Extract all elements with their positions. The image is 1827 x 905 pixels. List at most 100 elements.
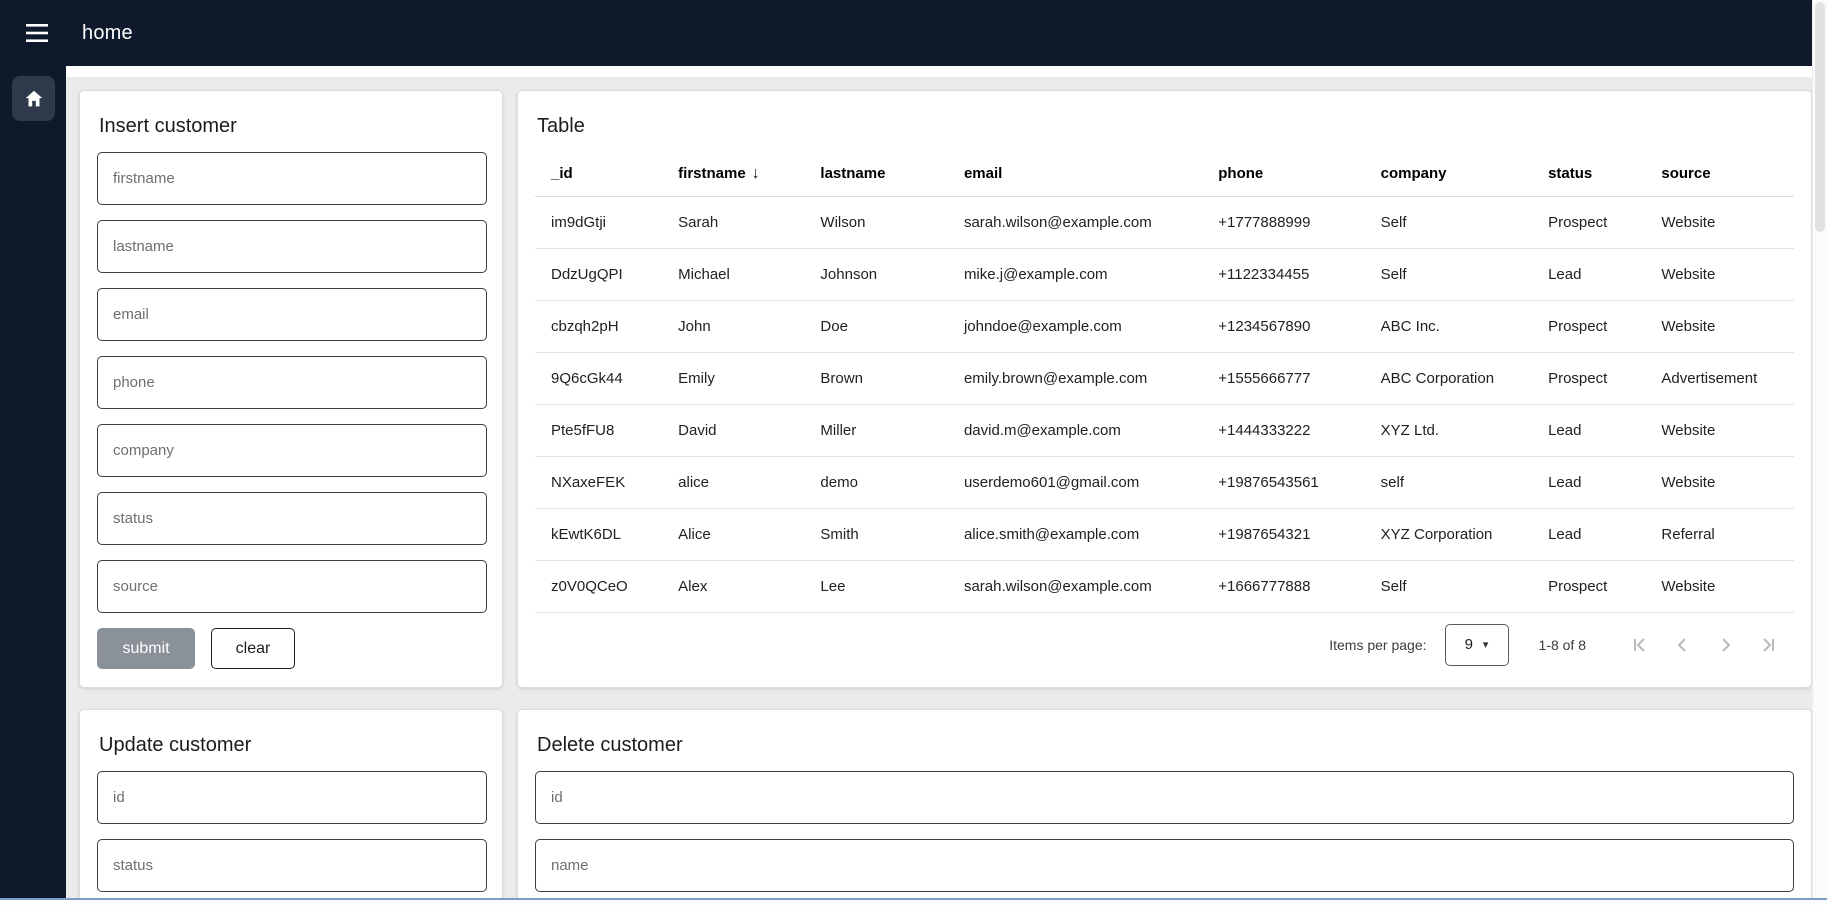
window-bottom-edge	[0, 898, 1827, 905]
table-row: z0V0QCeOAlexLeesarah.wilson@example.com+…	[535, 560, 1794, 612]
customers-table: _id firstname↓ lastname email phone comp…	[535, 152, 1794, 613]
table-cell: Website	[1645, 300, 1794, 352]
insert-status-input[interactable]	[97, 492, 487, 545]
table-cell: Self	[1365, 248, 1532, 300]
table-cell: NXaxeFEK	[535, 456, 662, 508]
column-header-firstname[interactable]: firstname↓	[662, 152, 804, 196]
table-cell: cbzqh2pH	[535, 300, 662, 352]
top-navbar: home	[0, 0, 1812, 66]
table-cell: XYZ Ltd.	[1365, 404, 1532, 456]
table-card: Table _id firstname↓ lastname email phon…	[517, 90, 1812, 688]
table-cell: Lead	[1532, 404, 1645, 456]
table-cell: DdzUgQPI	[535, 248, 662, 300]
content-background: Insert customer submit clear Table	[66, 77, 1812, 905]
table-cell: ABC Inc.	[1365, 300, 1532, 352]
last-page-button[interactable]	[1746, 624, 1788, 666]
table-cell: David	[662, 404, 804, 456]
table-cell: mike.j@example.com	[948, 248, 1202, 300]
insert-firstname-input[interactable]	[97, 152, 487, 205]
table-cell: +1666777888	[1202, 560, 1364, 612]
scrollbar-thumb[interactable]	[1815, 2, 1825, 232]
table-cell: Sarah	[662, 196, 804, 248]
delete-id-input[interactable]	[535, 771, 1794, 824]
column-header-status[interactable]: status	[1532, 152, 1645, 196]
first-page-button[interactable]	[1620, 624, 1662, 666]
column-header-lastname[interactable]: lastname	[804, 152, 948, 196]
insert-clear-button[interactable]: clear	[211, 628, 295, 669]
app-window: home Insert customer submit	[0, 0, 1827, 905]
table-row: NXaxeFEKalicedemouserdemo601@gmail.com+1…	[535, 456, 1794, 508]
table-row: im9dGtjiSarahWilsonsarah.wilson@example.…	[535, 196, 1794, 248]
insert-customer-card: Insert customer submit clear	[79, 90, 503, 688]
insert-source-input[interactable]	[97, 560, 487, 613]
table-cell: Website	[1645, 196, 1794, 248]
last-page-icon	[1755, 633, 1779, 657]
chevron-right-icon	[1713, 633, 1737, 657]
table-row: DdzUgQPIMichaelJohnsonmike.j@example.com…	[535, 248, 1794, 300]
table-body: im9dGtjiSarahWilsonsarah.wilson@example.…	[535, 196, 1794, 612]
table-cell: Doe	[804, 300, 948, 352]
update-status-input[interactable]	[97, 839, 487, 892]
next-page-button[interactable]	[1704, 624, 1746, 666]
table-cell: sarah.wilson@example.com	[948, 196, 1202, 248]
vertical-scrollbar[interactable]	[1812, 0, 1827, 905]
table-cell: demo	[804, 456, 948, 508]
table-cell: im9dGtji	[535, 196, 662, 248]
table-cell: +1234567890	[1202, 300, 1364, 352]
table-cell: userdemo601@gmail.com	[948, 456, 1202, 508]
table-cell: Brown	[804, 352, 948, 404]
table-cell: Michael	[662, 248, 804, 300]
table-cell: Website	[1645, 456, 1794, 508]
column-header-id[interactable]: _id	[535, 152, 662, 196]
insert-email-input[interactable]	[97, 288, 487, 341]
insert-lastname-input[interactable]	[97, 220, 487, 273]
delete-name-input[interactable]	[535, 839, 1794, 892]
table-cell: kEwtK6DL	[535, 508, 662, 560]
insert-phone-input[interactable]	[97, 356, 487, 409]
update-customer-title: Update customer	[99, 734, 485, 757]
page-size-value: 9	[1465, 636, 1473, 653]
table-row: Pte5fFU8DavidMillerdavid.m@example.com+1…	[535, 404, 1794, 456]
previous-page-button[interactable]	[1662, 624, 1704, 666]
table-cell: Miller	[804, 404, 948, 456]
page-size-select[interactable]: 9 ▾	[1445, 624, 1509, 666]
table-cell: self	[1365, 456, 1532, 508]
table-cell: alice	[662, 456, 804, 508]
table-cell: Wilson	[804, 196, 948, 248]
delete-customer-title: Delete customer	[537, 734, 1794, 757]
insert-submit-button[interactable]: submit	[97, 628, 195, 669]
table-cell: +1987654321	[1202, 508, 1364, 560]
table-cell: Website	[1645, 404, 1794, 456]
table-cell: Self	[1365, 196, 1532, 248]
table-cell: emily.brown@example.com	[948, 352, 1202, 404]
column-header-source[interactable]: source	[1645, 152, 1794, 196]
table-cell: Smith	[804, 508, 948, 560]
table-cell: +1444333222	[1202, 404, 1364, 456]
dropdown-caret-icon: ▾	[1483, 638, 1489, 651]
table-cell: +1122334455	[1202, 248, 1364, 300]
first-page-icon	[1629, 633, 1653, 657]
column-header-email[interactable]: email	[948, 152, 1202, 196]
table-row: 9Q6cGk44EmilyBrownemily.brown@example.co…	[535, 352, 1794, 404]
column-header-company[interactable]: company	[1365, 152, 1532, 196]
menu-button[interactable]	[14, 10, 60, 56]
column-header-phone[interactable]: phone	[1202, 152, 1364, 196]
table-cell: Prospect	[1532, 352, 1645, 404]
table-cell: Lead	[1532, 456, 1645, 508]
page-title: home	[82, 22, 133, 45]
table-cell: Website	[1645, 248, 1794, 300]
table-cell: z0V0QCeO	[535, 560, 662, 612]
sidebar-item-home[interactable]	[12, 76, 55, 121]
table-cell: Alex	[662, 560, 804, 612]
table-cell: Website	[1645, 560, 1794, 612]
table-cell: Alice	[662, 508, 804, 560]
table-title: Table	[537, 115, 1794, 138]
table-cell: Referral	[1645, 508, 1794, 560]
sidebar	[0, 66, 66, 905]
insert-company-input[interactable]	[97, 424, 487, 477]
table-header: _id firstname↓ lastname email phone comp…	[535, 152, 1794, 196]
items-per-page-label: Items per page:	[1329, 637, 1426, 653]
table-cell: 9Q6cGk44	[535, 352, 662, 404]
update-id-input[interactable]	[97, 771, 487, 824]
update-customer-card: Update customer submit clear	[79, 709, 503, 905]
